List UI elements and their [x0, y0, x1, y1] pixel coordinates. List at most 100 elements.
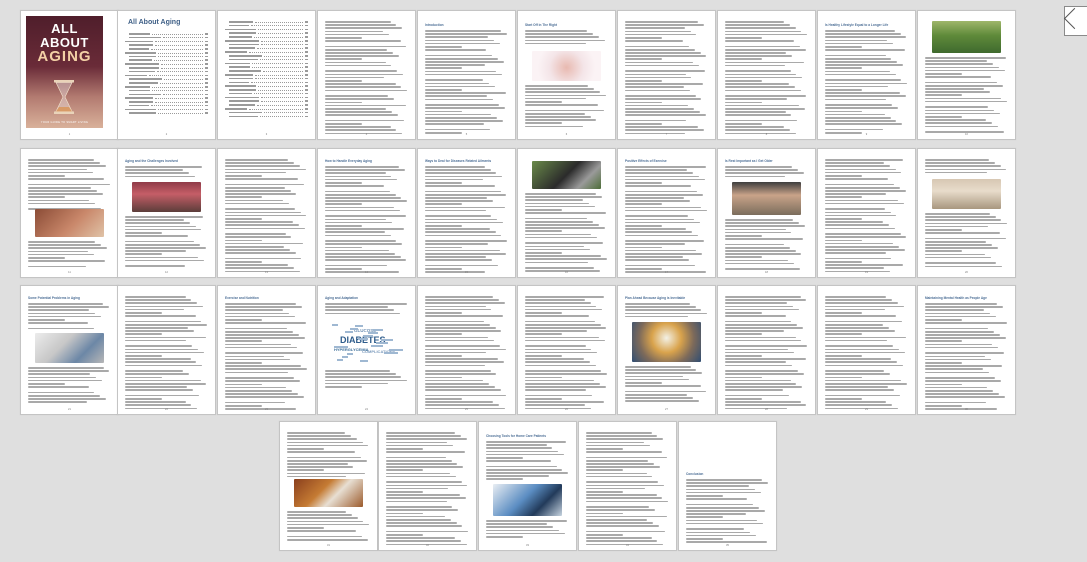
document-page-thumbnail[interactable]: 26: [517, 285, 616, 415]
text-block: [125, 166, 208, 179]
text-line: [425, 30, 502, 32]
text-line: [125, 305, 204, 308]
collapse-panel-button[interactable]: [1063, 6, 1087, 36]
text-line: [125, 315, 196, 317]
document-page-thumbnail[interactable]: 19: [817, 148, 916, 278]
text-line: [925, 315, 996, 318]
cover-subtitle: YOUR GUIDE TO SMART LIVING: [40, 121, 89, 124]
text-line: [825, 57, 892, 60]
document-page-thumbnail[interactable]: Start Off in The Right 6: [517, 10, 616, 140]
text-line: [825, 211, 891, 214]
text-line: [386, 522, 457, 524]
text-line: [225, 196, 263, 199]
document-page-thumbnail[interactable]: 20: [917, 148, 1016, 278]
text-line: [525, 336, 599, 339]
document-page-thumbnail[interactable]: Is Healthy Lifestyle Equal to a Longer L…: [817, 10, 916, 140]
toc-entry: [225, 107, 308, 110]
document-page-thumbnail[interactable]: All About Aging 2: [117, 10, 216, 140]
text-block: [725, 21, 808, 136]
document-page-thumbnail[interactable]: 22: [117, 285, 216, 415]
document-page-thumbnail[interactable]: 34: [578, 421, 677, 551]
page-number: 12: [165, 271, 168, 274]
word-cloud-filler: [342, 356, 348, 358]
text-line: [925, 244, 993, 246]
text-block: [28, 159, 111, 212]
page-photo: [35, 333, 104, 363]
text-line: [386, 475, 456, 478]
toc-page-number: [305, 47, 308, 50]
text-line: [125, 256, 199, 259]
text-line: [386, 466, 464, 468]
text-line: [686, 541, 768, 543]
text-line: [925, 106, 989, 109]
text-line: [625, 390, 707, 393]
document-page-thumbnail[interactable]: Exercise and Nutrition 23: [217, 285, 316, 415]
document-page-thumbnail[interactable]: Some Potential Problems in Aging 21: [20, 285, 119, 415]
toc-dot-leader: [254, 36, 303, 38]
document-page-thumbnail[interactable]: 28: [717, 285, 816, 415]
document-page-thumbnail[interactable]: 11: [20, 148, 119, 278]
document-page-thumbnail[interactable]: 29: [817, 285, 916, 415]
document-page-thumbnail[interactable]: Plan Ahead Because Aging is Inevitable 27: [617, 285, 716, 415]
text-line: [525, 330, 588, 332]
document-page-thumbnail[interactable]: 31: [279, 421, 378, 551]
document-page-thumbnail[interactable]: Maintaining Mental Health as People Age 3…: [917, 285, 1016, 415]
text-line: [725, 348, 789, 351]
document-page-thumbnail[interactable]: Positive Effects of Exercise 17: [617, 148, 716, 278]
text-line: [28, 391, 95, 394]
document-page-thumbnail[interactable]: Ways to Deal for Diseases Related Ailmen…: [417, 148, 516, 278]
page-number: 10: [965, 133, 968, 136]
text-block: [28, 367, 111, 404]
text-line: [825, 85, 889, 88]
document-page-thumbnail[interactable]: 8: [717, 10, 816, 140]
toc-dot-leader: [251, 82, 303, 84]
text-line: [825, 190, 906, 192]
document-page-thumbnail[interactable]: Is Rest Important as I Get Older 18: [717, 148, 816, 278]
text-block: [525, 85, 608, 129]
toc-dot-leader: [261, 40, 303, 42]
text-line: [386, 518, 451, 521]
text-line: [725, 351, 794, 354]
document-page-thumbnail[interactable]: 7: [617, 10, 716, 140]
page-photo: [632, 322, 701, 362]
document-page-thumbnail[interactable]: Conclusion 35: [678, 421, 777, 551]
text-line: [725, 55, 793, 57]
document-page-thumbnail[interactable]: 4: [317, 10, 416, 140]
document-page-thumbnail[interactable]: ALL ABOUT AGING YOUR GUIDE TO SMART LIVING 1: [20, 10, 119, 140]
text-line: [28, 241, 96, 243]
toc-entry: [225, 81, 308, 84]
page-heading: Conclusion: [686, 472, 704, 476]
text-line: [725, 104, 799, 107]
text-line: [425, 190, 501, 193]
text-line: [825, 348, 899, 351]
toc-page-number: [205, 33, 208, 35]
document-page-thumbnail[interactable]: 16: [517, 148, 616, 278]
text-line: [625, 101, 663, 104]
document-page-thumbnail[interactable]: Aging and the Challenges Involved 12: [117, 148, 216, 278]
document-page-thumbnail[interactable]: 32: [378, 421, 477, 551]
text-line: [325, 166, 399, 168]
text-block: [625, 166, 708, 274]
toc-dot-leader: [261, 101, 303, 102]
document-page-thumbnail[interactable]: Aging and Adaptation DIABETES GLUCOSE HYPER…: [317, 285, 416, 415]
text-block: [686, 479, 769, 544]
document-page-thumbnail[interactable]: How to Handle Everyday Aging 14: [317, 148, 416, 278]
document-page-thumbnail[interactable]: 25: [417, 285, 516, 415]
document-page-thumbnail[interactable]: 3: [217, 10, 316, 140]
text-line: [125, 339, 187, 342]
text-line: [725, 382, 797, 385]
document-page-thumbnail[interactable]: Introduction 5: [417, 10, 516, 140]
text-line: [586, 463, 655, 465]
toc-entry-title: [129, 89, 150, 92]
document-page-thumbnail[interactable]: Choosing Tools for Home Care Patients 33: [478, 421, 577, 551]
document-page-thumbnail[interactable]: 10: [917, 10, 1016, 140]
toc-dot-leader: [155, 44, 203, 46]
text-line: [825, 382, 908, 385]
text-line: [325, 64, 392, 67]
document-page-thumbnail[interactable]: 13: [217, 148, 316, 278]
toc-page-number: [305, 77, 308, 80]
text-line: [825, 54, 886, 57]
text-line: [725, 111, 786, 113]
text-line: [28, 318, 66, 321]
text-line: [125, 219, 184, 221]
